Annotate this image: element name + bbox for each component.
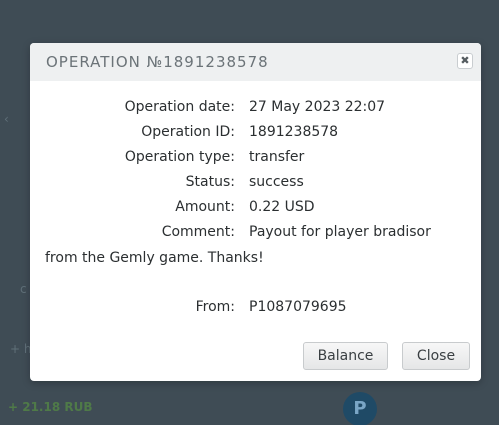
background-avatar: P [343, 392, 377, 425]
from-value: P1087079695 [249, 299, 347, 315]
operation-date-value: 27 May 2023 22:07 [249, 99, 386, 115]
from-row: From: P1087079695 [30, 299, 481, 321]
operation-dialog: OPERATION №1891238578 ✖ Operation date: … [30, 43, 481, 381]
status-row: Status: success [30, 174, 481, 196]
balance-button[interactable]: Balance [303, 342, 388, 370]
operation-date-label: Operation date: [124, 99, 235, 115]
operation-id-label: Operation ID: [141, 124, 235, 140]
operation-id-row: Operation ID: 1891238578 [30, 124, 481, 146]
background-fragment: ‹ [4, 112, 9, 126]
operation-type-value: transfer [249, 149, 305, 165]
amount-row: Amount: 0.22 USD [30, 199, 481, 221]
status-label: Status: [185, 174, 235, 190]
background-amount: + 21.18 RUB [8, 400, 93, 414]
from-label: From: [195, 299, 235, 315]
status-value: success [249, 174, 304, 190]
operation-date-row: Operation date: 27 May 2023 22:07 [30, 99, 481, 121]
dialog-header: OPERATION №1891238578 ✖ [30, 43, 481, 81]
comment-row: Comment: Payout for player bradisor [30, 224, 481, 246]
background-fragment: + h [10, 342, 32, 356]
comment-continuation: from the Gemly game. Thanks! [45, 250, 264, 266]
operation-type-label: Operation type: [124, 149, 235, 165]
close-icon[interactable]: ✖ [457, 53, 473, 69]
comment-value: Payout for player bradisor [249, 224, 431, 240]
background-fragment: c [20, 282, 27, 296]
comment-label: Comment: [161, 224, 235, 240]
close-button[interactable]: Close [402, 342, 470, 370]
operation-id-value: 1891238578 [249, 124, 339, 140]
amount-value: 0.22 USD [249, 199, 315, 215]
amount-label: Amount: [175, 199, 235, 215]
operation-type-row: Operation type: transfer [30, 149, 481, 171]
dialog-title: OPERATION №1891238578 [46, 53, 269, 71]
